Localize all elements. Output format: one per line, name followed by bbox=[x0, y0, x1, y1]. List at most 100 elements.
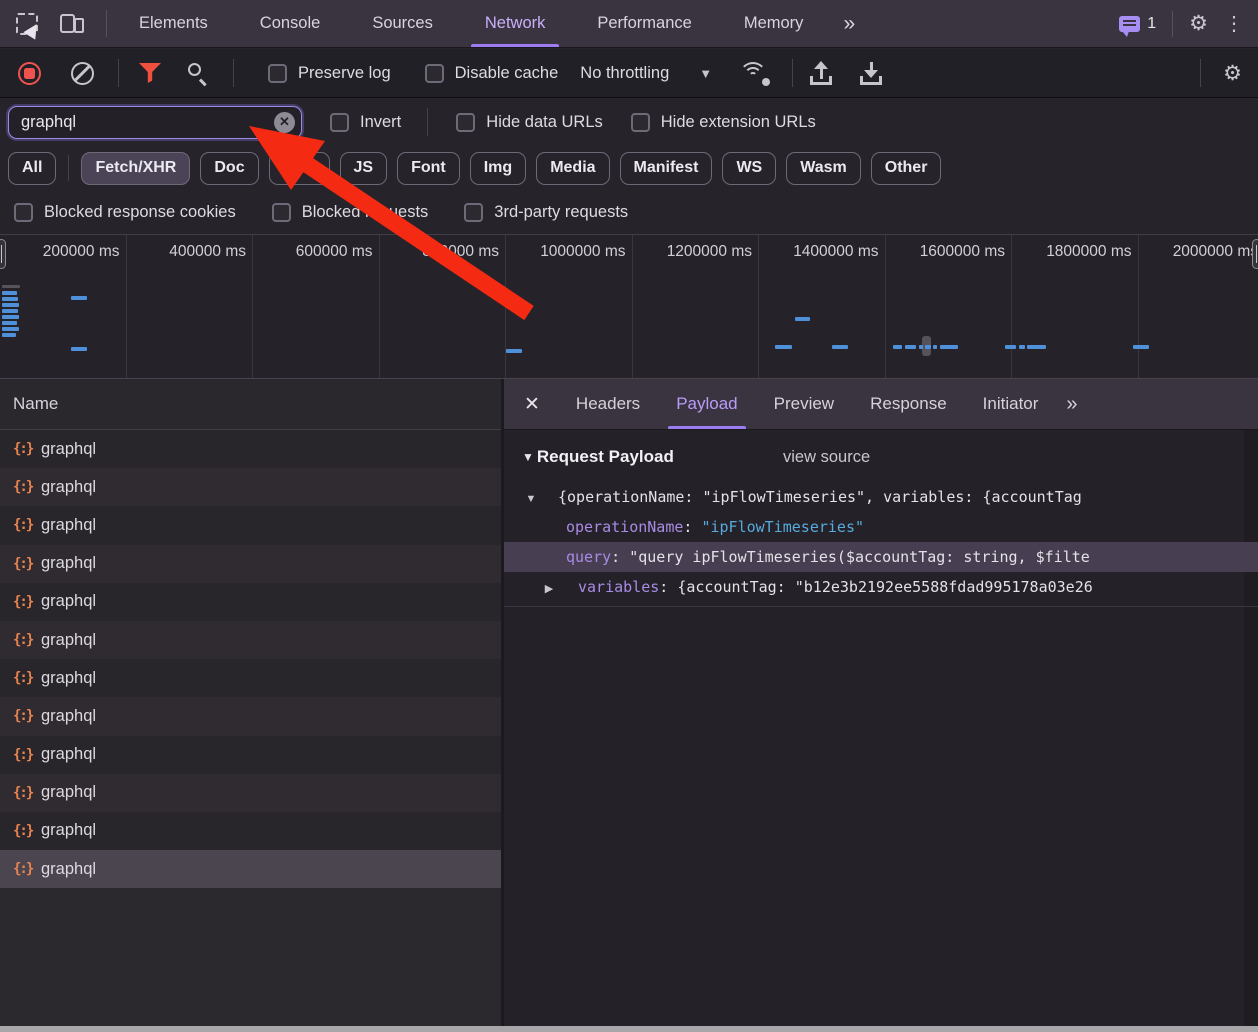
filter-chip-font[interactable]: Font bbox=[397, 152, 460, 185]
payload-text-segment: query bbox=[566, 548, 611, 566]
filter-chip-ws[interactable]: WS bbox=[722, 152, 776, 185]
clear-network-log-button[interactable] bbox=[71, 62, 94, 85]
request-payload-section[interactable]: ▼ Request Payload view source bbox=[504, 442, 674, 472]
export-har-icon[interactable] bbox=[859, 61, 883, 85]
payload-tree-row[interactable]: ▼ {operationName: "ipFlowTimeseries", var… bbox=[504, 482, 1258, 512]
blocked-requests-option[interactable]: Blocked requests bbox=[272, 203, 429, 222]
disable-cache-option[interactable]: Disable cache bbox=[425, 64, 559, 83]
invert-checkbox[interactable] bbox=[330, 113, 349, 132]
more-detail-tabs-icon[interactable]: » bbox=[1056, 379, 1085, 429]
request-row[interactable]: {:}graphql bbox=[0, 545, 501, 583]
more-tabs-icon[interactable]: » bbox=[829, 0, 867, 47]
waterfall-bar bbox=[775, 345, 792, 349]
filter-icon[interactable] bbox=[139, 63, 161, 83]
collapsed-triangle-icon[interactable]: ▶ bbox=[540, 574, 558, 602]
filter-chip-manifest[interactable]: Manifest bbox=[620, 152, 713, 185]
overview-right-handle[interactable] bbox=[1252, 239, 1258, 269]
detail-tab-headers[interactable]: Headers bbox=[558, 379, 658, 429]
payload-text-segment: {operationName: "ipFlowTimeseries", vari… bbox=[558, 488, 1082, 506]
third-party-requests-option[interactable]: 3rd-party requests bbox=[464, 203, 628, 222]
filter-chip-wasm[interactable]: Wasm bbox=[786, 152, 861, 185]
close-detail-icon[interactable]: ✕ bbox=[504, 379, 558, 429]
payload-tree-row[interactable]: ▶variables: {accountTag: "b12e3b2192ee55… bbox=[504, 572, 1258, 602]
name-column-header[interactable]: Name bbox=[0, 379, 501, 430]
detail-tab-initiator[interactable]: Initiator bbox=[965, 379, 1057, 429]
request-row[interactable]: {:}graphql bbox=[0, 583, 501, 621]
request-row[interactable]: {:}graphql bbox=[0, 468, 501, 506]
settings-gear-icon[interactable]: ⚙ bbox=[1189, 13, 1208, 34]
request-row[interactable]: {:}graphql bbox=[0, 659, 501, 697]
request-row[interactable]: {:}graphql bbox=[0, 430, 501, 468]
blocked-requests-checkbox[interactable] bbox=[272, 203, 291, 222]
payload-tree-row[interactable]: query: "query ipFlowTimeseries($accountT… bbox=[504, 542, 1258, 572]
expanded-triangle-icon[interactable]: ▼ bbox=[522, 484, 540, 512]
payload-tree-row[interactable]: operationName: "ipFlowTimeseries" bbox=[504, 512, 1258, 542]
filter-chip-js[interactable]: JS bbox=[340, 152, 388, 185]
filter-chip-all[interactable]: All bbox=[8, 152, 56, 185]
request-row[interactable]: {:}graphql bbox=[0, 850, 501, 888]
invert-option[interactable]: Invert bbox=[330, 113, 401, 132]
request-row[interactable]: {:}graphql bbox=[0, 812, 501, 850]
inspect-element-icon[interactable] bbox=[16, 13, 38, 35]
device-toolbar-icon[interactable] bbox=[60, 12, 84, 36]
tab-console[interactable]: Console bbox=[234, 0, 347, 47]
request-row[interactable]: {:}graphql bbox=[0, 697, 501, 735]
window-bottom-edge bbox=[0, 1026, 1258, 1032]
json-braces-icon: {:} bbox=[13, 747, 39, 763]
network-conditions-icon[interactable] bbox=[738, 62, 768, 84]
detail-tab-payload[interactable]: Payload bbox=[658, 379, 755, 429]
disable-cache-checkbox[interactable] bbox=[425, 64, 444, 83]
preserve-log-option[interactable]: Preserve log bbox=[268, 64, 391, 83]
filter-chip-other[interactable]: Other bbox=[871, 152, 942, 185]
payload-text-segment: operationName bbox=[566, 518, 683, 536]
menu-dots-icon[interactable]: ⋮ bbox=[1224, 11, 1244, 36]
detail-tab-response[interactable]: Response bbox=[852, 379, 965, 429]
network-toolbar: Preserve log Disable cache No throttling… bbox=[0, 49, 1258, 98]
divider bbox=[427, 108, 428, 136]
filter-chip-css[interactable]: CSS bbox=[269, 152, 330, 185]
request-row[interactable]: {:}graphql bbox=[0, 506, 501, 544]
blocked-response-cookies-checkbox[interactable] bbox=[14, 203, 33, 222]
waterfall-bar bbox=[933, 345, 937, 349]
tab-performance[interactable]: Performance bbox=[571, 0, 717, 47]
waterfall-bar bbox=[905, 345, 916, 349]
timeline-column: 400000 ms bbox=[127, 235, 254, 378]
filter-input[interactable]: graphql ✕ bbox=[8, 106, 302, 139]
third-party-requests-checkbox[interactable] bbox=[464, 203, 483, 222]
network-overview-timeline[interactable]: 200000 ms400000 ms600000 ms800000 ms1000… bbox=[0, 234, 1258, 379]
import-har-icon[interactable] bbox=[809, 61, 833, 85]
collapse-triangle-icon[interactable]: ▼ bbox=[522, 450, 534, 464]
timeline-tick-label: 1200000 ms bbox=[667, 243, 752, 261]
detail-tab-preview[interactable]: Preview bbox=[756, 379, 852, 429]
hide-data-urls-checkbox[interactable] bbox=[456, 113, 475, 132]
filter-chip-fetch-xhr[interactable]: Fetch/XHR bbox=[81, 152, 190, 185]
network-settings-gear-icon[interactable]: ⚙ bbox=[1223, 63, 1242, 84]
tab-elements[interactable]: Elements bbox=[113, 0, 234, 47]
filter-chip-doc[interactable]: Doc bbox=[200, 152, 258, 185]
record-network-log-button[interactable] bbox=[18, 62, 41, 85]
preserve-log-checkbox[interactable] bbox=[268, 64, 287, 83]
request-row[interactable]: {:}graphql bbox=[0, 774, 501, 812]
resource-type-filters: All Fetch/XHR Doc CSS JS Font Img Media Manifest… bbox=[0, 145, 1258, 191]
search-icon[interactable] bbox=[187, 62, 209, 84]
clear-filter-icon[interactable]: ✕ bbox=[274, 112, 295, 133]
tab-sources[interactable]: Sources bbox=[346, 0, 459, 47]
tab-network[interactable]: Network bbox=[459, 0, 572, 47]
tab-memory[interactable]: Memory bbox=[718, 0, 830, 47]
filter-chip-media[interactable]: Media bbox=[536, 152, 609, 185]
view-source-link[interactable]: view source bbox=[783, 448, 870, 467]
request-row[interactable]: {:}graphql bbox=[0, 736, 501, 774]
filter-chip-img[interactable]: Img bbox=[470, 152, 526, 185]
issues-counter[interactable]: 1 bbox=[1119, 15, 1156, 33]
overview-left-handle[interactable] bbox=[0, 239, 6, 269]
request-row[interactable]: {:}graphql bbox=[0, 621, 501, 659]
hide-data-urls-option[interactable]: Hide data URLs bbox=[456, 113, 602, 132]
request-name: graphql bbox=[41, 516, 96, 535]
throttling-dropdown[interactable]: No throttling ▼ bbox=[580, 64, 712, 83]
timeline-tick-label: 1600000 ms bbox=[920, 243, 1005, 261]
blocked-response-cookies-option[interactable]: Blocked response cookies bbox=[14, 203, 236, 222]
hide-extension-urls-option[interactable]: Hide extension URLs bbox=[631, 113, 816, 132]
hide-extension-urls-checkbox[interactable] bbox=[631, 113, 650, 132]
json-braces-icon: {:} bbox=[13, 785, 39, 801]
json-braces-icon: {:} bbox=[13, 823, 39, 839]
